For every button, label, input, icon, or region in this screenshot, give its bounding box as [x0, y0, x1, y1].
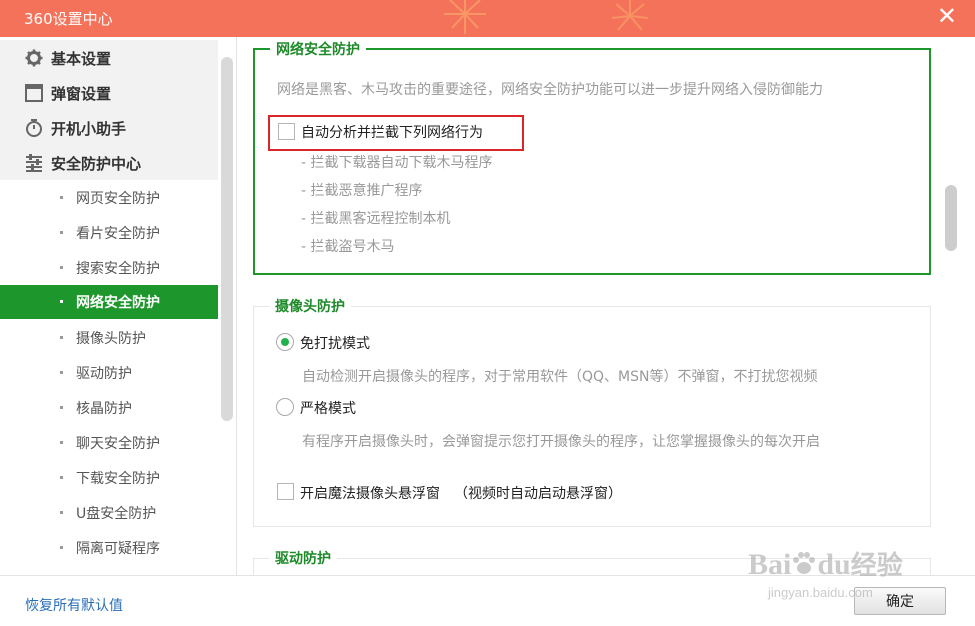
no-disturb-mode-radio[interactable]	[276, 333, 294, 351]
sidebar-item-label: 摄像头防护	[76, 331, 146, 347]
group-title: 摄像头防护	[269, 296, 351, 316]
strict-mode-radio[interactable]	[276, 398, 294, 416]
restore-defaults-link[interactable]: 恢复所有默认值	[25, 595, 123, 615]
sidebar-item-label: U盘安全防护	[76, 506, 157, 522]
network-description: 网络是黑客、木马攻击的重要途径，网络安全防护功能可以进一步提升网络入侵防御能力	[277, 82, 823, 98]
sidebar-scrollbar-thumb[interactable]	[221, 57, 233, 421]
sidebar-item-label: 驱动防护	[76, 366, 132, 382]
group-title: 驱动防护	[269, 548, 337, 568]
gear-icon	[25, 49, 43, 67]
sidebar-item-label: 下载安全防护	[76, 471, 160, 487]
sidebar-item-camera-protection[interactable]: 摄像头防护	[0, 321, 218, 355]
no-disturb-mode-label[interactable]: 免打扰模式	[300, 333, 370, 353]
bullet-icon	[60, 476, 63, 479]
sidebar-item-label: 开机小助手	[51, 120, 127, 138]
timer-icon	[26, 119, 42, 137]
bullet-icon	[60, 231, 63, 234]
bullet-icon	[60, 336, 63, 339]
sidebar-item-label: 看片安全防护	[76, 226, 160, 242]
paw-icon	[793, 552, 816, 574]
magic-camera-float-label[interactable]: 开启魔法摄像头悬浮窗	[300, 483, 440, 503]
sidebar-item-download-protection[interactable]: 下载安全防护	[0, 461, 218, 495]
magic-camera-float-checkbox[interactable]	[277, 483, 294, 500]
bullet-icon	[60, 266, 63, 269]
sidebar-item-search-protection[interactable]: 搜索安全防护	[0, 251, 218, 285]
sidebar-item-label: 搜索安全防护	[76, 261, 160, 277]
window-icon	[25, 84, 43, 102]
sidebar-item-label: 网络安全防护	[76, 295, 160, 311]
sidebar-item-quarantine[interactable]: 隔离可疑程序	[0, 531, 218, 565]
intercept-item: - 拦截恶意推广程序	[301, 183, 423, 199]
sidebar-item-label: 聊天安全防护	[76, 436, 160, 452]
sidebar-item-label: 隔离可疑程序	[76, 541, 160, 557]
network-protection-group: 网络安全防护 网络是黑客、木马攻击的重要途径，网络安全防护功能可以进一步提升网络…	[253, 39, 931, 275]
window-title: 360设置中心	[24, 10, 113, 28]
bullet-icon	[60, 300, 63, 303]
sidebar-item-network-protection[interactable]: 网络安全防护	[0, 285, 218, 319]
sidebar-item-label: 安全防护中心	[51, 155, 142, 173]
bullet-icon	[60, 196, 63, 199]
sidebar: 基本设置 弹窗设置 开机小助手 安全防护中心 网页安全防护 看片安全防护 搜索安…	[0, 37, 237, 575]
bullet-icon	[60, 441, 63, 444]
intercept-item: - 拦截黑客远程控制本机	[301, 211, 451, 227]
magic-camera-float-note: （视频时自动启动悬浮窗）	[454, 486, 622, 502]
sidebar-item-chat-protection[interactable]: 聊天安全防护	[0, 426, 218, 460]
sidebar-item-basic-settings[interactable]: 基本设置	[0, 40, 218, 75]
intercept-item: - 拦截盗号木马	[301, 239, 395, 255]
watermark-brand: Bai du经验	[748, 548, 903, 581]
baidu-watermark: Bai du经验 jingyan.baidu.com	[748, 545, 928, 605]
bullet-icon	[60, 511, 63, 514]
close-icon[interactable]: ✕	[937, 4, 957, 28]
bullet-icon	[60, 406, 63, 409]
shield-list-icon	[26, 154, 42, 172]
sidebar-item-core-crystal-protection[interactable]: 核晶防护	[0, 391, 218, 425]
watermark-url: jingyan.baidu.com	[768, 585, 873, 600]
title-bar[interactable]: 360设置中心 ✕	[0, 0, 975, 37]
group-title: 网络安全防护	[270, 39, 366, 59]
main-scrollbar-thumb[interactable]	[945, 185, 957, 251]
strict-mode-label[interactable]: 严格模式	[300, 398, 356, 418]
sidebar-item-startup-helper[interactable]: 开机小助手	[0, 110, 218, 145]
bullet-icon	[60, 371, 63, 374]
sidebar-item-label: 核晶防护	[76, 401, 132, 417]
sidebar-item-security-center[interactable]: 安全防护中心	[0, 145, 218, 180]
sidebar-item-label: 基本设置	[51, 50, 112, 68]
sidebar-item-label: 弹窗设置	[51, 85, 112, 103]
sidebar-item-usb-protection[interactable]: U盘安全防护	[0, 496, 218, 530]
sidebar-item-popup-settings[interactable]: 弹窗设置	[0, 75, 218, 110]
sidebar-item-label: 网页安全防护	[76, 191, 160, 207]
sidebar-item-video-protection[interactable]: 看片安全防护	[0, 216, 218, 250]
no-disturb-mode-description: 自动检测开启摄像头的程序，对于常用软件（QQ、MSN等）不弹窗，不打扰您视频	[302, 369, 818, 385]
sidebar-item-driver-protection[interactable]: 驱动防护	[0, 356, 218, 390]
intercept-item: - 拦截下载器自动下载木马程序	[301, 155, 493, 171]
camera-protection-group: 摄像头防护 免打扰模式 自动检测开启摄像头的程序，对于常用软件（QQ、MSN等）…	[253, 296, 931, 527]
strict-mode-description: 有程序开启摄像头时，会弹窗提示您打开摄像头的程序，让您掌握摄像头的每次开启	[302, 434, 820, 450]
bullet-icon	[60, 546, 63, 549]
highlight-annotation-box	[268, 115, 524, 151]
sidebar-item-web-protection[interactable]: 网页安全防护	[0, 181, 218, 215]
